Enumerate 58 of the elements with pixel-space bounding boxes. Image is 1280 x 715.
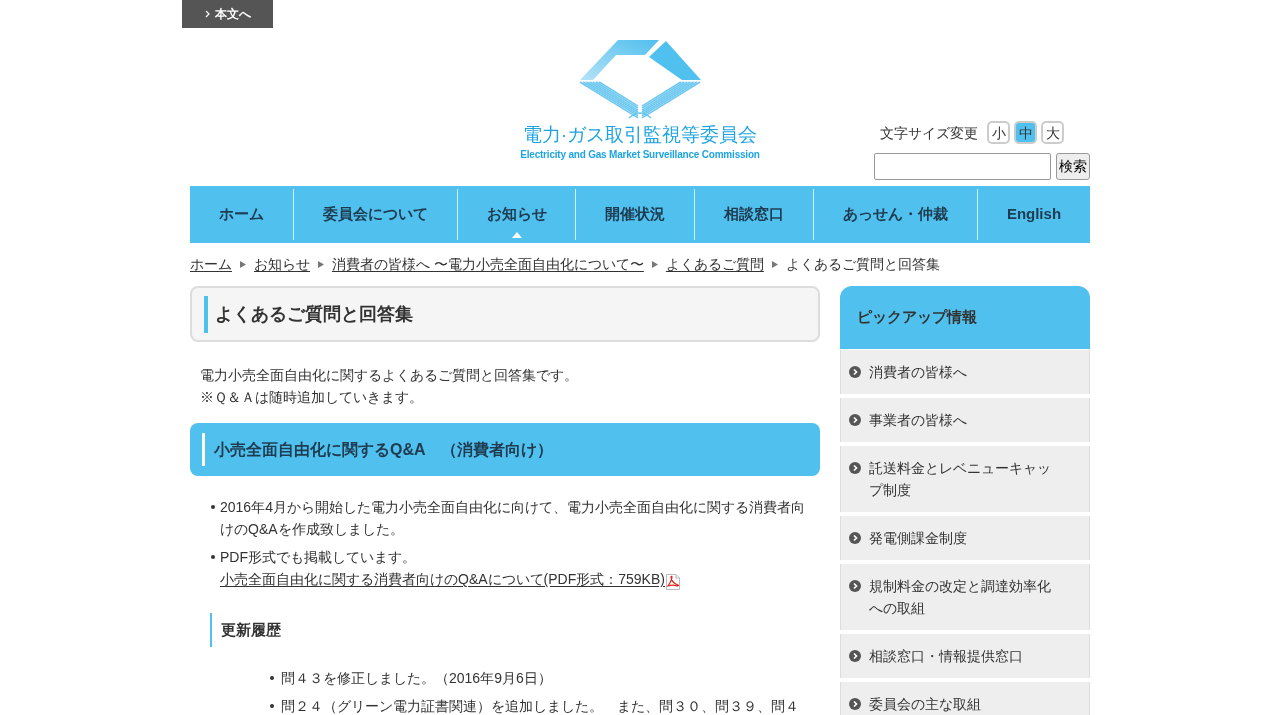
chevron-circle-icon	[849, 462, 861, 474]
accent-bar	[202, 433, 205, 466]
nav-tab[interactable]: お知らせ	[456, 189, 576, 240]
bullet-icon	[270, 676, 274, 680]
font-size-label: 文字サイズ変更	[880, 123, 978, 143]
logo-title: 電力·ガス取引監視等委員会	[522, 123, 758, 147]
section-heading: 小売全面自由化に関するQ&A （消費者向け）	[214, 439, 553, 460]
chevron-circle-icon	[849, 580, 861, 592]
skip-link[interactable]: 本文へ	[182, 0, 273, 28]
font-size-button[interactable]: 小	[987, 121, 1010, 144]
search-field[interactable]	[874, 153, 1051, 180]
pdf-link[interactable]: 小売全面自由化に関する消費者向けのQ&Aについて(PDF形式：759KB)	[220, 568, 665, 590]
right-triangle-icon	[318, 260, 324, 268]
right-triangle-icon	[771, 260, 778, 268]
sidebar-header: ピックアップ情報	[840, 286, 1090, 349]
nav-tab[interactable]: 相談窓口	[694, 189, 814, 240]
bullet-text: PDF形式でも掲載しています。	[220, 548, 417, 567]
sidebar-link[interactable]: 規制料金の改定と調達効率化への取組	[840, 564, 1090, 630]
bullet-text: 2016年4月から開始した電力小売全面自由化に向けて、電力小売全面自由化に関する消費者向けのQ&Aを作成致しました。	[220, 498, 806, 539]
nav-tab[interactable]: English	[976, 189, 1090, 240]
chevron-circle-icon	[849, 366, 861, 378]
chevron-circle-icon	[849, 698, 861, 710]
history-item: 問２４（グリーン電力証書関連）を追加しました。 また、問３０、問３９、問４	[281, 697, 799, 715]
chevron-circle-icon	[849, 414, 861, 426]
right-triangle-icon	[240, 260, 246, 268]
sidebar-link[interactable]: 託送料金とレベニューキャップ制度	[840, 446, 1090, 512]
pdf-file-icon	[664, 574, 681, 590]
sidebar-link[interactable]: 委員会の主な取組	[840, 682, 1090, 715]
intro-text: ※Ｑ＆Ａは随時追加していきます。	[200, 388, 424, 407]
nav-tab[interactable]: あっせん・仲裁	[813, 189, 977, 240]
breadcrumb-link[interactable]: ホーム	[190, 254, 232, 274]
font-size-button[interactable]: 大	[1041, 121, 1064, 144]
font-size-button[interactable]: 中	[1014, 121, 1037, 144]
bullet-icon	[270, 704, 274, 708]
history-item: 問４３を修正しました。（2016年9月6日）	[281, 669, 552, 688]
search-button[interactable]: 検索	[1056, 153, 1090, 180]
breadcrumb-link[interactable]: 消費者の皆様へ 〜電力小売全面自由化について〜	[332, 254, 644, 274]
breadcrumb-current: よくあるご質問と回答集	[785, 255, 940, 274]
bullet-icon	[211, 555, 215, 559]
logo-subtitle: Electricity and Gas Market Surveillance Commission	[520, 148, 760, 162]
sidebar-link[interactable]: 発電側課金制度	[840, 516, 1090, 560]
chevron-circle-icon	[849, 650, 861, 662]
breadcrumb-link[interactable]: よくあるご質問	[665, 254, 764, 274]
page-title: よくあるご質問と回答集	[215, 302, 413, 326]
nav-tab[interactable]: 委員会について	[292, 189, 457, 240]
intro-text: 電力小売全面自由化に関するよくあるご質問と回答集です。	[200, 366, 579, 385]
nav-tab[interactable]: ホーム	[190, 189, 293, 240]
right-triangle-icon	[651, 260, 658, 268]
sidebar-link[interactable]: 消費者の皆様へ	[840, 350, 1090, 394]
chevron-right-icon	[204, 10, 210, 18]
nav-tab[interactable]: 開催状況	[575, 189, 695, 240]
breadcrumb-link[interactable]: お知らせ	[254, 254, 310, 274]
chevron-circle-icon	[849, 532, 861, 544]
bullet-icon	[211, 505, 215, 509]
sidebar-link[interactable]: 相談窓口・情報提供窓口	[840, 634, 1090, 678]
accent-bar	[204, 295, 208, 333]
sidebar-link[interactable]: 事業者の皆様へ	[840, 398, 1090, 442]
history-heading: 更新履歴	[210, 613, 820, 647]
